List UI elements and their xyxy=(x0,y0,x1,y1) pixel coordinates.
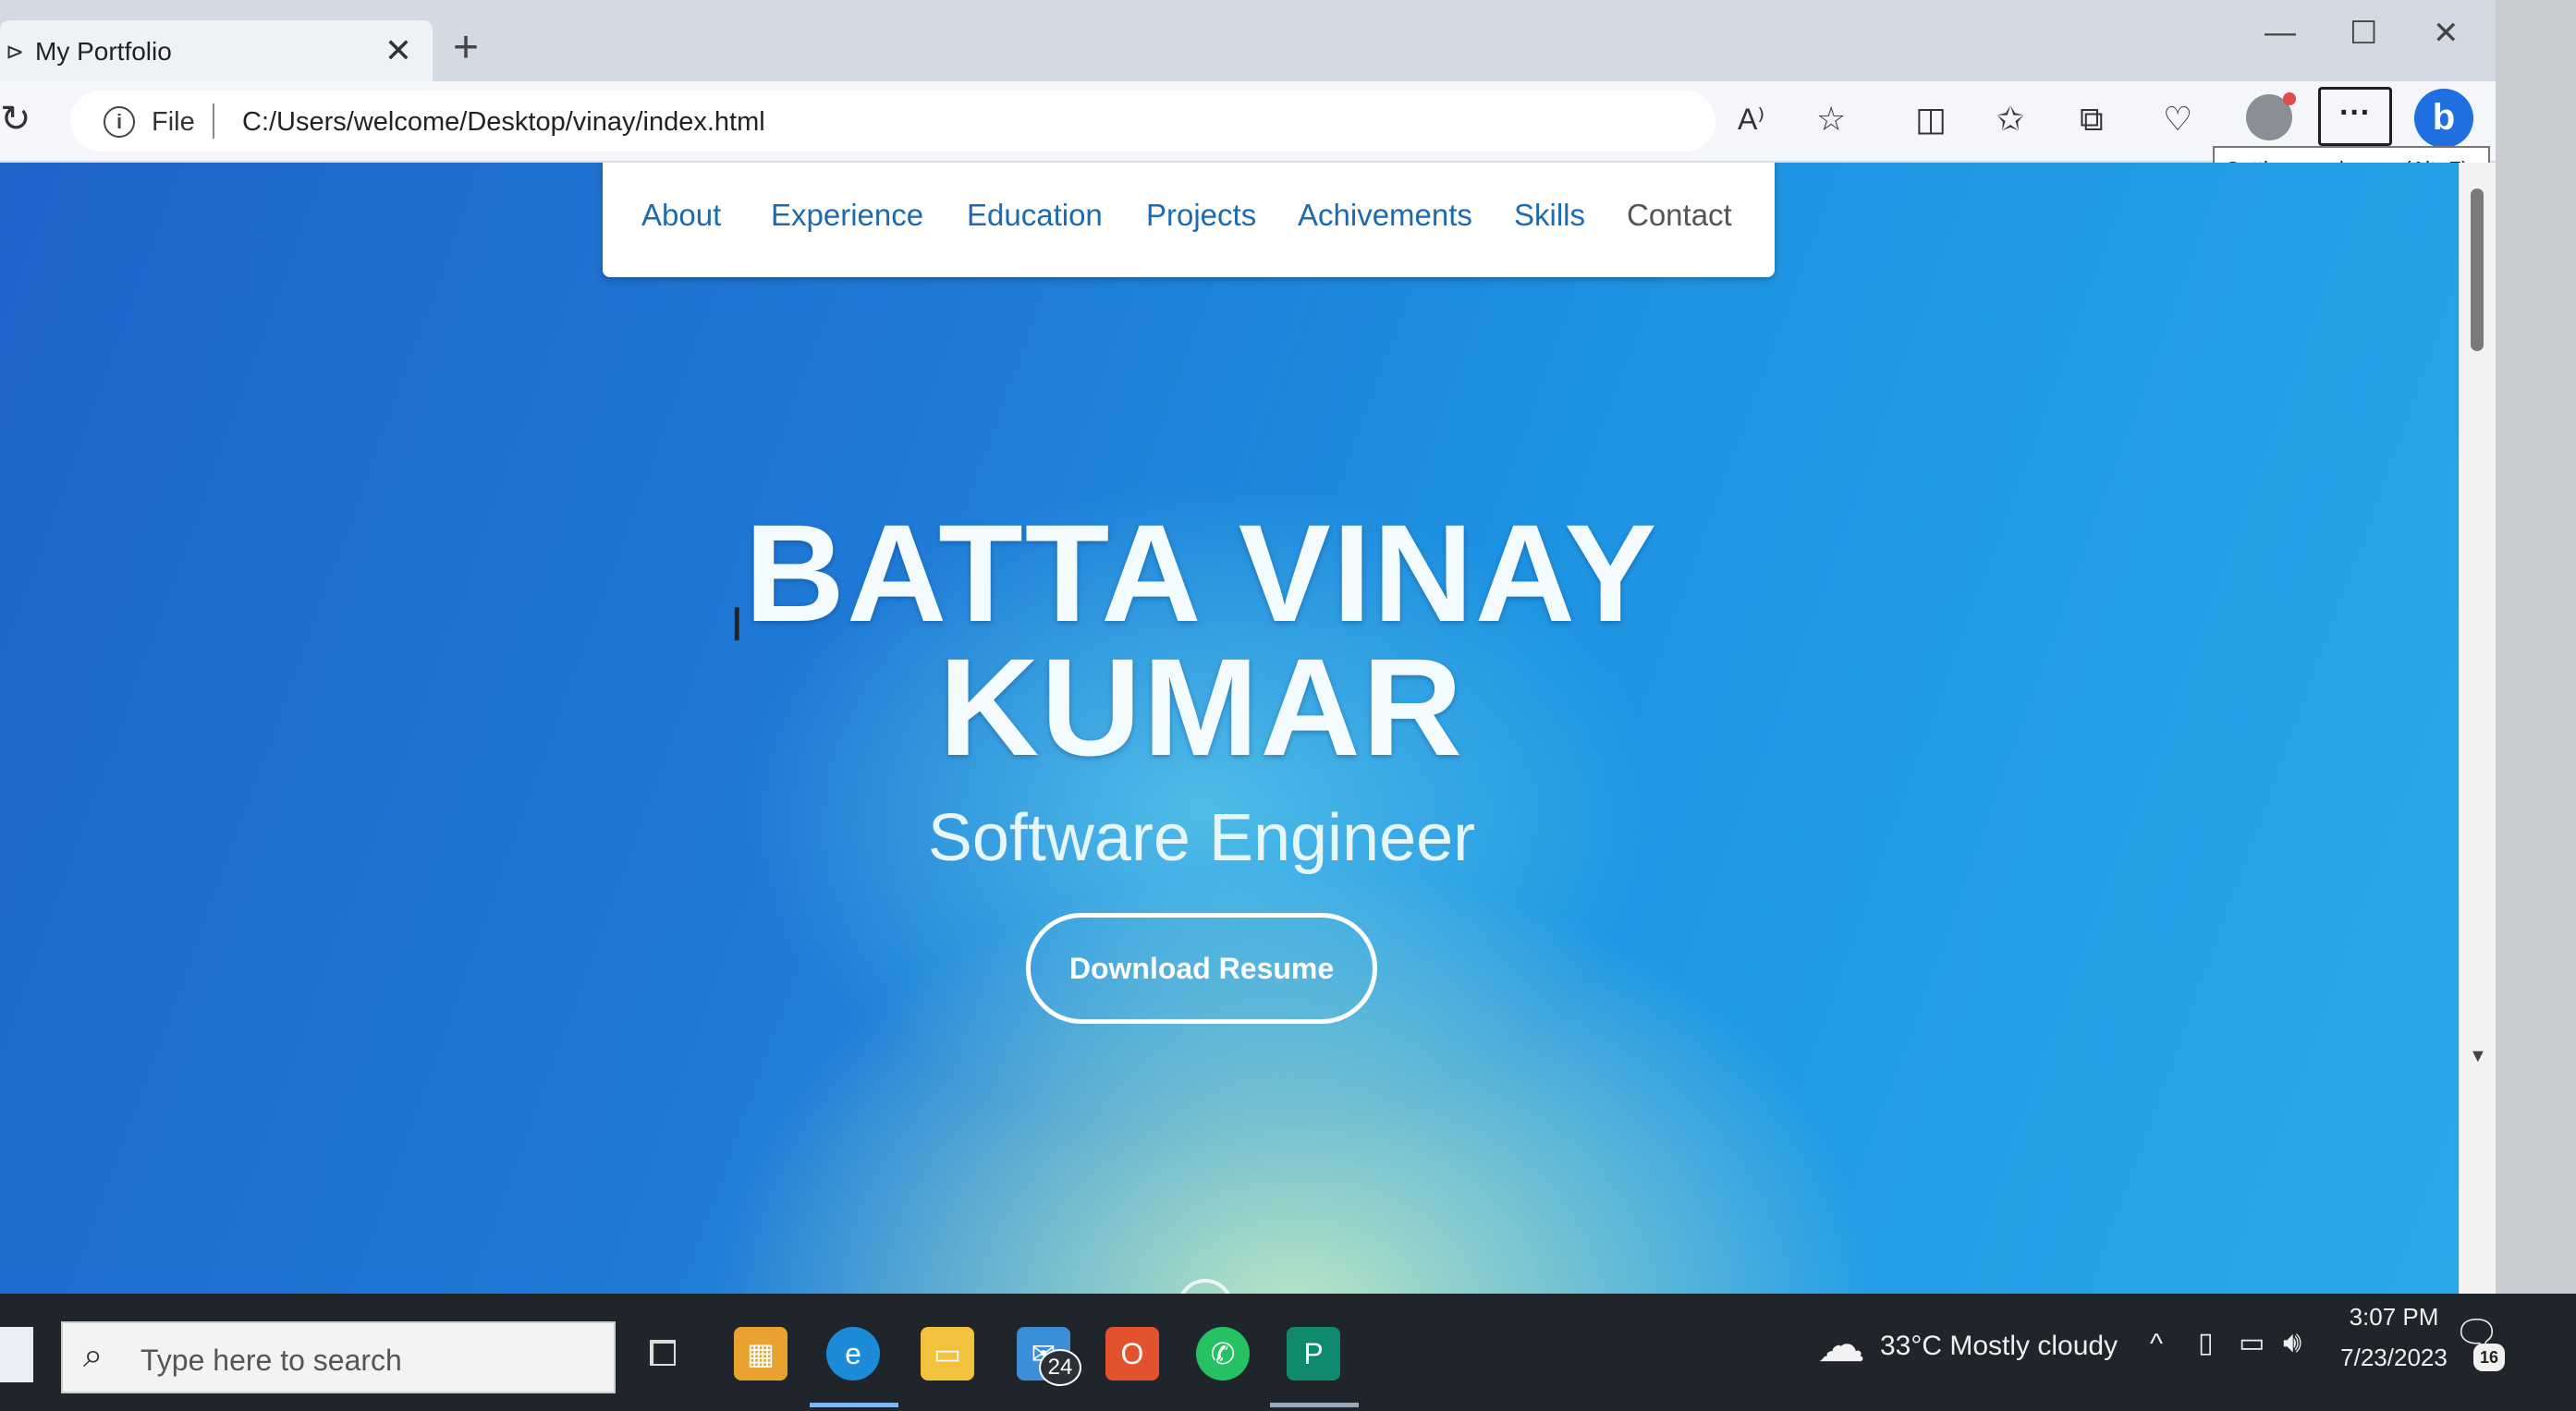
clock-time[interactable]: 3:07 PM xyxy=(2338,1303,2449,1332)
read-aloud-icon[interactable]: A⁾ xyxy=(1738,102,1764,137)
bing-copilot-icon[interactable]: b xyxy=(2414,89,2473,148)
page-viewport: About Experience Education Projects Achi… xyxy=(0,163,2459,1294)
tab-bar: ⊳ My Portfolio ✕ + — ☐ ✕ xyxy=(0,0,2496,81)
clock-date[interactable]: 7/23/2023 xyxy=(2329,1344,2459,1372)
browser-essentials-icon[interactable]: ♡ xyxy=(2163,100,2192,139)
maximize-icon[interactable]: ☐ xyxy=(2350,15,2377,52)
scroll-down-icon[interactable]: ▼ xyxy=(2469,1046,2487,1067)
windows-taskbar: ⌕ Type here to search ⧠ ▦ e ▭ ✉ 24 O ✆ P… xyxy=(0,1294,2576,1411)
hero-subtitle: Software Engineer xyxy=(927,801,1476,875)
volume-icon[interactable]: 🔊︎ xyxy=(2283,1325,2301,1360)
minimize-icon[interactable]: — xyxy=(2265,15,2296,51)
scheme-label: File xyxy=(152,107,195,137)
tab-title: My Portfolio xyxy=(35,37,172,66)
info-icon[interactable]: i xyxy=(104,106,135,138)
collections-icon[interactable]: ⧉ xyxy=(2080,100,2104,140)
scrollbar-thumb[interactable] xyxy=(2471,189,2484,351)
search-icon: ⌕ xyxy=(83,1336,104,1375)
url-text[interactable]: C:/Users/welcome/Desktop/vinay/index.htm… xyxy=(242,107,765,138)
hero-name-line2: KUMAR xyxy=(938,629,1465,785)
weather-cloud-icon[interactable]: ☁ xyxy=(1817,1318,1865,1373)
screen-bezel xyxy=(2496,0,2576,1294)
nav-link-skills[interactable]: Skills xyxy=(1514,198,1585,233)
notification-count-badge: 16 xyxy=(2473,1344,2505,1371)
task-view-icon[interactable]: ⧠ xyxy=(636,1327,690,1381)
split-screen-icon[interactable]: ◫ xyxy=(1915,100,1947,139)
nav-link-education[interactable]: Education xyxy=(967,198,1103,233)
download-resume-button[interactable]: Download Resume xyxy=(1026,913,1377,1024)
network-icon[interactable]: ▯ xyxy=(2198,1327,2214,1359)
window-close-icon[interactable]: ✕ xyxy=(2433,15,2460,52)
reload-icon[interactable]: ↻ xyxy=(0,98,31,140)
address-separator xyxy=(213,103,214,139)
office-icon[interactable]: O xyxy=(1105,1327,1159,1381)
text-cursor-icon: I xyxy=(730,598,744,651)
nav-link-experience[interactable]: Experience xyxy=(771,198,923,233)
tab-my-portfolio[interactable]: ⊳ My Portfolio ✕ xyxy=(0,20,433,81)
search-placeholder: Type here to search xyxy=(140,1344,402,1377)
taskbar-search-box[interactable]: ⌕ Type here to search xyxy=(61,1321,616,1393)
settings-and-more-button[interactable]: ··· xyxy=(2318,87,2392,146)
nav-link-projects[interactable]: Projects xyxy=(1146,198,1256,233)
hero-name-line1: BATTA VINAY xyxy=(744,495,1659,651)
browser-toolbar: ↻ i File C:/Users/welcome/Desktop/vinay/… xyxy=(0,81,2496,163)
tab-close-icon[interactable]: ✕ xyxy=(385,31,412,70)
hero-name: BATTA VINAY KUMAR xyxy=(555,504,1849,776)
profile-notification-dot xyxy=(2283,92,2296,105)
microsoft-store-icon[interactable]: ▦ xyxy=(734,1327,787,1381)
battery-icon[interactable]: ▭ xyxy=(2239,1327,2265,1359)
nav-link-contact[interactable]: Contact xyxy=(1627,198,1732,233)
address-bar[interactable]: i File C:/Users/welcome/Desktop/vinay/in… xyxy=(70,91,1715,152)
page-favicon-icon: ⊳ xyxy=(6,40,25,65)
scroll-down-indicator[interactable] xyxy=(1178,1279,1233,1294)
page-scrollbar[interactable]: ▲ ▼ xyxy=(2459,163,2496,1294)
mail-unread-badge: 24 xyxy=(1039,1349,1081,1386)
favorites-list-icon[interactable]: ✩ xyxy=(1996,100,2024,139)
site-navbar: About Experience Education Projects Achi… xyxy=(603,163,1775,277)
weather-text[interactable]: 33°C Mostly cloudy xyxy=(1880,1331,2118,1362)
publisher-active-indicator xyxy=(1270,1403,1359,1407)
whatsapp-icon[interactable]: ✆ xyxy=(1196,1327,1250,1381)
publisher-icon[interactable]: P xyxy=(1287,1327,1340,1381)
tray-overflow-chevron-icon[interactable]: ^ xyxy=(2150,1329,2163,1360)
new-tab-button[interactable]: + xyxy=(453,26,479,70)
edge-browser-icon[interactable]: e xyxy=(826,1327,880,1381)
star-icon[interactable]: ☆ xyxy=(1816,100,1846,139)
windows-start-icon[interactable] xyxy=(0,1327,33,1382)
edge-active-indicator xyxy=(810,1403,898,1407)
nav-link-about[interactable]: About xyxy=(641,198,721,233)
file-explorer-icon[interactable]: ▭ xyxy=(921,1327,974,1381)
nav-link-achivements[interactable]: Achivements xyxy=(1298,198,1472,233)
